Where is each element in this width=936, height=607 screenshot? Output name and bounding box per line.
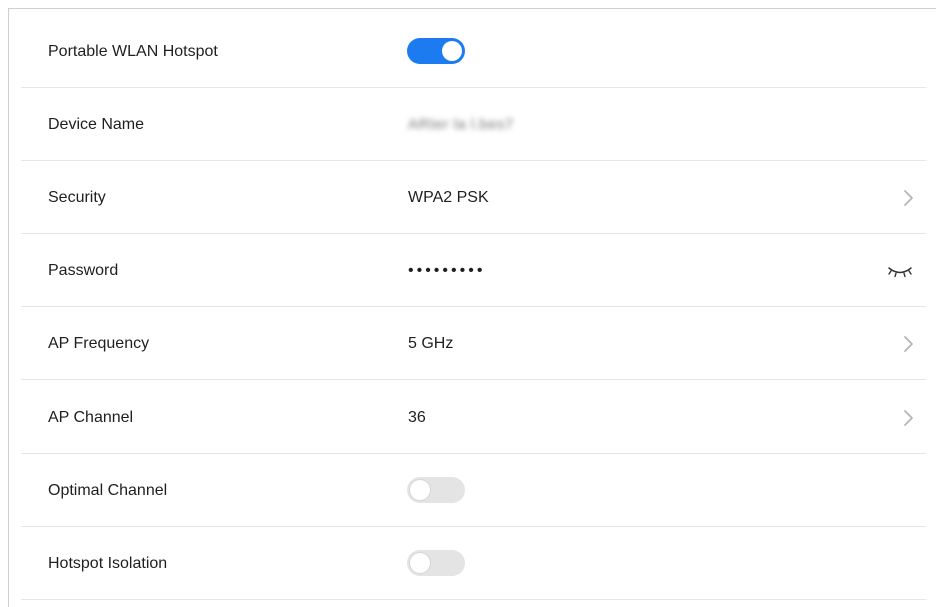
hotspot-isolation-label: Hotspot Isolation [48,555,168,572]
ap-frequency-label: AP Frequency [48,335,150,352]
chevron-right-icon [904,336,913,352]
setting-row-hotspot[interactable]: Portable WLAN Hotspot [21,15,926,88]
ap-frequency-value: 5 GHz [408,335,454,352]
setting-row-ap-channel[interactable]: AP Channel 36 [21,381,926,454]
setting-row-ap-frequency[interactable]: AP Frequency 5 GHz [21,307,926,380]
setting-row-hotspot-isolation[interactable]: Hotspot Isolation [21,527,926,600]
toggle-knob [442,41,462,61]
security-value: WPA2 PSK [408,189,489,206]
eye-closed-icon[interactable] [886,263,914,279]
toggle-knob [410,480,430,500]
password-label: Password [48,262,119,279]
optimal-channel-label: Optimal Channel [48,482,168,499]
hotspot-settings-panel: Portable WLAN Hotspot Device Name ARter … [8,8,936,607]
hotspot-toggle[interactable] [407,38,465,64]
password-value[interactable]: ••••••••• [408,234,485,307]
device-name-label: Device Name [48,116,145,133]
setting-row-device-name[interactable]: Device Name ARter la l.bes7 [21,88,926,161]
ap-channel-label: AP Channel [48,409,134,426]
chevron-right-icon [904,410,913,426]
optimal-channel-toggle[interactable] [407,477,465,503]
ap-channel-value: 36 [408,409,426,426]
device-name-value: ARter la l.bes7 [408,116,514,133]
chevron-right-icon [904,190,913,206]
setting-row-password[interactable]: Password ••••••••• [21,234,926,307]
toggle-knob [410,553,430,573]
hotspot-isolation-toggle[interactable] [407,550,465,576]
setting-row-security[interactable]: Security WPA2 PSK [21,161,926,234]
security-label: Security [48,189,106,206]
hotspot-label: Portable WLAN Hotspot [48,43,218,60]
setting-row-optimal-channel[interactable]: Optimal Channel [21,454,926,527]
